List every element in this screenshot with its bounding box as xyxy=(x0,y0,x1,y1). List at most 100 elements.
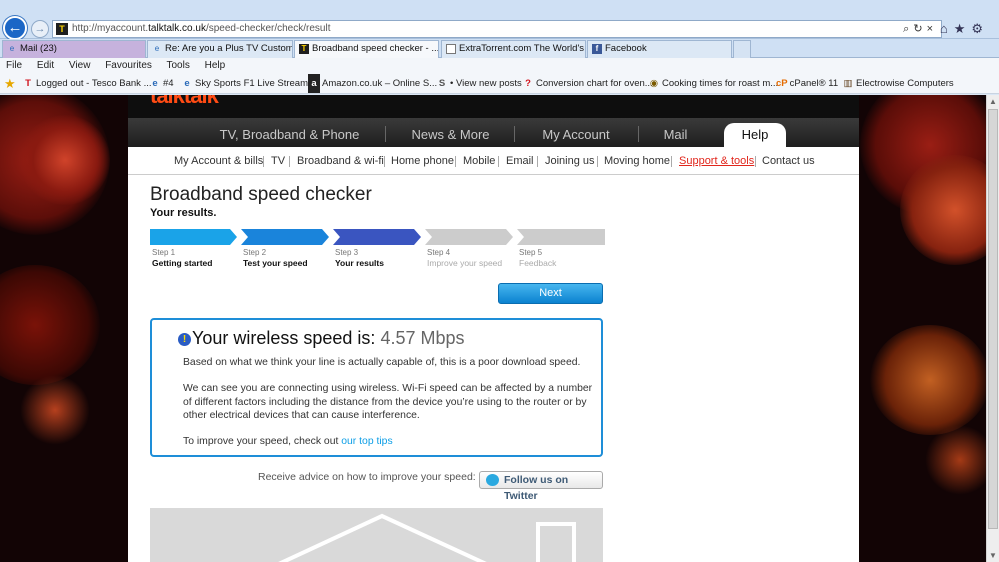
fav-electrowise[interactable]: ▥ Electrowise Computers xyxy=(842,74,954,93)
scrollbar-thumb[interactable] xyxy=(988,109,998,529)
nav-news-more[interactable]: News & More xyxy=(398,125,503,145)
subnav-tv[interactable]: TV xyxy=(271,147,285,175)
amazon-icon: a xyxy=(308,74,320,93)
add-favourite-star-icon[interactable]: ★ xyxy=(4,74,16,93)
result-heading-label: Your wireless speed is: xyxy=(192,328,376,348)
menu-help[interactable]: Help xyxy=(205,60,226,71)
step-label: Getting started xyxy=(152,258,213,268)
tab-forum[interactable]: e Re: Are you a Plus TV Custome... xyxy=(147,40,293,58)
subnav-contact-us[interactable]: Contact us xyxy=(762,147,815,175)
follow-twitter-button[interactable]: Follow us on Twitter xyxy=(479,471,603,502)
twitter-bird-icon xyxy=(486,474,499,486)
step-arrow xyxy=(241,229,329,245)
favourites-star-icon[interactable]: ★ xyxy=(954,21,972,36)
nav-divider xyxy=(385,126,386,142)
gear-icon[interactable]: ⚙ xyxy=(971,21,989,36)
scroll-up-arrow-icon[interactable]: ▲ xyxy=(989,97,997,106)
new-tab-button[interactable] xyxy=(733,40,751,58)
vertical-scrollbar[interactable]: ▲ ▼ xyxy=(986,95,999,562)
speed-value: 4.57 Mbps xyxy=(380,328,465,348)
mail-icon: e xyxy=(9,44,15,53)
menu-file[interactable]: File xyxy=(6,60,22,71)
subnav-email[interactable]: Email xyxy=(506,147,534,175)
fav-amazon[interactable]: a Amazon.co.uk – Online S... xyxy=(308,74,437,93)
page-title: Broadband speed checker xyxy=(150,184,372,205)
fav-view-new-posts[interactable]: S • View new posts xyxy=(436,74,522,93)
step-3: Step 3 Your results xyxy=(333,229,421,268)
address-url[interactable]: http://myaccount.talktalk.co.uk/speed-ch… xyxy=(72,23,330,34)
tab-label: Broadband speed checker - ... xyxy=(312,43,439,54)
tab-label: ExtraTorrent.com The World's ... xyxy=(459,43,586,54)
step-number: Step 5 xyxy=(519,248,543,257)
subnav-divider xyxy=(263,156,264,167)
home-icon[interactable]: ⌂ xyxy=(940,21,954,36)
nav-divider xyxy=(638,126,639,142)
next-button[interactable]: Next xyxy=(498,283,603,304)
tab-label: Facebook xyxy=(605,43,647,54)
menu-tools[interactable]: Tools xyxy=(167,60,190,71)
subnav-my-account-bills[interactable]: My Account & bills xyxy=(174,147,263,175)
fav-cpanel[interactable]: cP cPanel® 11 xyxy=(776,74,838,93)
progress-steps: Step 1 Getting started Step 2 Test your … xyxy=(150,229,605,269)
step-label: Improve your speed xyxy=(427,258,503,268)
fav-sky-sports[interactable]: e Sky Sports F1 Live Stream ... xyxy=(181,74,318,93)
facebook-icon: f xyxy=(592,44,602,54)
nav-help[interactable]: Help xyxy=(724,123,786,147)
subnav-divider xyxy=(289,156,290,167)
address-bar[interactable]: T http://myaccount.talktalk.co.uk/speed-… xyxy=(52,20,942,38)
step-label: Feedback xyxy=(519,258,557,268)
forward-arrow-icon[interactable]: → xyxy=(31,20,49,38)
tab-mail[interactable]: e Mail (23) xyxy=(2,40,146,58)
talktalk-logo[interactable]: talktalk xyxy=(150,95,219,109)
step-2: Step 2 Test your speed xyxy=(241,229,329,268)
subnav-broadband-wifi[interactable]: Broadband & wi-fi xyxy=(297,147,384,175)
address-tools[interactable]: ⌕↻× xyxy=(903,22,937,36)
fav-conversion-chart[interactable]: ? Conversion chart for oven... xyxy=(522,74,653,93)
tab-facebook[interactable]: f Facebook xyxy=(587,40,732,58)
subnav-divider xyxy=(498,156,499,167)
subnav-moving-home[interactable]: Moving home xyxy=(604,147,670,175)
close-icon[interactable]: × xyxy=(927,23,937,35)
forum-icon: S xyxy=(438,78,446,89)
menu-favourites[interactable]: Favourites xyxy=(105,60,152,71)
fav-tesco-bank[interactable]: T Logged out - Tesco Bank ... xyxy=(22,74,151,93)
site-favicon-icon: T xyxy=(56,23,68,35)
subnav-divider xyxy=(455,156,456,167)
tab-speed-checker[interactable]: T Broadband speed checker - ... xyxy=(294,40,439,59)
result-wireless-explanation: We can see you are connecting using wire… xyxy=(183,383,593,421)
ie-page-icon: e xyxy=(152,78,158,89)
fav-post-4[interactable]: e #4 xyxy=(149,74,173,93)
page-icon xyxy=(446,44,456,54)
nav-my-account[interactable]: My Account xyxy=(526,125,626,145)
menu-edit[interactable]: Edit xyxy=(37,60,54,71)
subnav-home-phone[interactable]: Home phone xyxy=(391,147,454,175)
tab-extratorrent[interactable]: ExtraTorrent.com The World's ... xyxy=(441,40,586,58)
step-arrow xyxy=(333,229,421,245)
step-number: Step 2 xyxy=(243,248,267,257)
back-arrow-icon[interactable]: ← xyxy=(3,16,27,40)
scroll-down-arrow-icon[interactable]: ▼ xyxy=(989,551,997,560)
background-bokeh xyxy=(925,425,995,495)
main-navigation: talktalk TV, Broadband & Phone News & Mo… xyxy=(128,95,859,147)
step-4: Step 4 Improve your speed xyxy=(425,229,513,268)
background-bokeh xyxy=(20,375,90,445)
browser-titlebar: ← → T http://myaccount.talktalk.co.uk/sp… xyxy=(0,0,999,40)
nav-mail[interactable]: Mail xyxy=(648,125,703,145)
refresh-icon[interactable]: ↻ xyxy=(913,23,926,35)
background-bokeh xyxy=(870,325,990,435)
tesco-icon: T xyxy=(25,78,31,89)
site-container: talktalk TV, Broadband & Phone News & Mo… xyxy=(128,95,859,562)
cooking-icon: ◉ xyxy=(649,78,659,89)
nav-tv-broadband-phone[interactable]: TV, Broadband & Phone xyxy=(216,125,363,145)
subnav-joining-us[interactable]: Joining us xyxy=(545,147,595,175)
subnav-mobile[interactable]: Mobile xyxy=(463,147,495,175)
top-tips-link[interactable]: our top tips xyxy=(341,436,392,447)
step-number: Step 4 xyxy=(427,248,451,257)
search-icon[interactable]: ⌕ xyxy=(903,23,913,35)
subnav-support-tools[interactable]: Support & tools xyxy=(679,147,754,175)
result-heading: Your wireless speed is: 4.57 Mbps xyxy=(192,328,465,349)
fav-cooking-times[interactable]: ◉ Cooking times for roast m... xyxy=(648,74,778,93)
result-tip: To improve your speed, check out our top… xyxy=(183,435,595,449)
menu-view[interactable]: View xyxy=(69,60,91,71)
talktalk-tab-icon: T xyxy=(299,44,309,54)
